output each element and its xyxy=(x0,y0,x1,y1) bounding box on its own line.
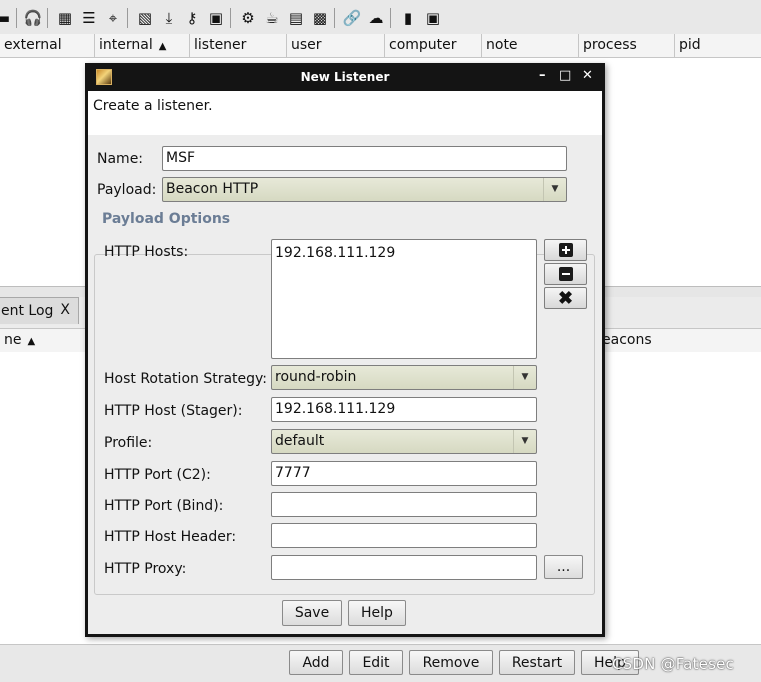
sort-ascending-icon: ▲ xyxy=(27,336,36,347)
coffee-icon[interactable]: ☕ xyxy=(263,9,281,27)
toolbar-separator xyxy=(127,8,128,28)
stager-host-input[interactable]: 192.168.111.129 xyxy=(271,397,537,422)
tab-label: ent Log xyxy=(1,303,54,319)
host-header-input[interactable] xyxy=(271,523,537,548)
port-c2-label: HTTP Port (C2): xyxy=(104,467,211,483)
dialog-content: Create a listener. Name: MSF Payload: Be… xyxy=(88,91,602,634)
name-label: Name: xyxy=(97,151,144,167)
list-item[interactable]: 192.168.111.129 xyxy=(275,245,395,261)
key-icon[interactable]: ⚷ xyxy=(183,9,201,27)
image-icon[interactable]: ▧ xyxy=(136,9,154,27)
host-rotation-select[interactable]: round-robin ▼ xyxy=(271,365,537,390)
column-computer[interactable]: computer xyxy=(385,34,482,57)
toolbar-separator xyxy=(16,8,17,28)
http-hosts-label: HTTP Hosts: xyxy=(104,244,189,260)
payload-select[interactable]: Beacon HTTP ▼ xyxy=(162,177,567,202)
link-icon[interactable]: 🔗 xyxy=(343,9,362,27)
clear-hosts-button[interactable]: ✖ xyxy=(544,287,587,309)
edit-button[interactable]: Edit xyxy=(349,650,403,675)
port-bind-input[interactable] xyxy=(271,492,537,517)
target-icon[interactable]: ⌖ xyxy=(104,9,122,27)
remove-button[interactable]: Remove xyxy=(409,650,493,675)
toolbar-separator xyxy=(390,8,391,28)
profile-value: default xyxy=(275,433,325,449)
host-rotation-label: Host Rotation Strategy: xyxy=(104,371,268,387)
graph-icon[interactable]: ▦ xyxy=(56,9,74,27)
column-note[interactable]: note xyxy=(482,34,579,57)
remove-host-button[interactable] xyxy=(544,263,587,285)
new-listener-dialog: New Listener – □ ✕ Create a listener. Na… xyxy=(85,63,605,637)
restart-button[interactable]: Restart xyxy=(499,650,575,675)
payload-options-title: Payload Options xyxy=(100,211,233,227)
tab-event-log[interactable]: ent Log X xyxy=(0,297,79,324)
close-icon[interactable]: ✕ xyxy=(582,68,593,84)
gear-icon[interactable]: ⚙ xyxy=(239,9,257,27)
description-area: Create a listener. xyxy=(88,91,602,135)
proxy-settings-button[interactable]: ... xyxy=(544,555,583,579)
toolbar-separator xyxy=(334,8,335,28)
cube-icon[interactable]: ▣ xyxy=(424,9,442,27)
minimize-icon[interactable]: – xyxy=(539,68,546,84)
sessions-table-header: external internal ▲ listener user compute… xyxy=(0,34,761,58)
list-icon[interactable]: ☰ xyxy=(80,9,98,27)
payload-label: Payload: xyxy=(97,182,157,198)
column-user[interactable]: user xyxy=(287,34,385,57)
profile-label: Profile: xyxy=(104,435,153,451)
maximize-icon[interactable]: □ xyxy=(559,68,571,84)
toolbar-separator xyxy=(47,8,48,28)
column-external[interactable]: external xyxy=(0,34,95,57)
sort-ascending-icon: ▲ xyxy=(158,41,167,52)
document-icon[interactable]: ▤ xyxy=(287,9,305,27)
profile-select[interactable]: default ▼ xyxy=(271,429,537,454)
headphones-icon[interactable]: 🎧 xyxy=(24,9,43,27)
name-input[interactable]: MSF xyxy=(162,146,567,171)
minus-icon[interactable]: ▬ xyxy=(0,9,12,27)
host-header-label: HTTP Host Header: xyxy=(104,529,237,545)
column-pid[interactable]: pid xyxy=(675,34,761,57)
chevron-down-icon[interactable]: ▼ xyxy=(513,430,536,453)
cloud-icon[interactable]: ☁ xyxy=(367,9,385,27)
x-icon: ✖ xyxy=(557,288,574,308)
tab-close-icon[interactable]: X xyxy=(60,302,70,318)
picture-icon[interactable]: ▣ xyxy=(207,9,225,27)
port-bind-label: HTTP Port (Bind): xyxy=(104,498,224,514)
terminal-icon[interactable]: ▩ xyxy=(311,9,329,27)
column-beacons[interactable]: eacons xyxy=(597,329,761,352)
proxy-input[interactable] xyxy=(271,555,537,580)
http-hosts-list[interactable]: 192.168.111.129 xyxy=(271,239,537,359)
watermark: CSDN @Fatesec xyxy=(612,655,734,673)
add-host-button[interactable] xyxy=(544,239,587,261)
column-internal[interactable]: internal ▲ xyxy=(95,34,190,57)
toolbar-separator xyxy=(230,8,231,28)
port-c2-input[interactable]: 7777 xyxy=(271,461,537,486)
stager-host-label: HTTP Host (Stager): xyxy=(104,403,243,419)
plus-icon xyxy=(558,243,573,257)
minus-icon xyxy=(558,267,573,281)
chevron-down-icon[interactable]: ▼ xyxy=(513,366,536,389)
dialog-titlebar[interactable]: New Listener – □ ✕ xyxy=(85,63,605,91)
proxy-label: HTTP Proxy: xyxy=(104,561,187,577)
column-process[interactable]: process xyxy=(579,34,675,57)
column-listener[interactable]: listener xyxy=(190,34,287,57)
book-icon[interactable]: ▮ xyxy=(399,9,417,27)
payload-select-value: Beacon HTTP xyxy=(166,181,259,197)
add-button[interactable]: Add xyxy=(289,650,343,675)
download-icon[interactable]: ⤓ xyxy=(160,9,178,27)
chevron-down-icon[interactable]: ▼ xyxy=(543,178,566,201)
host-rotation-value: round-robin xyxy=(275,369,357,385)
help-button[interactable]: Help xyxy=(348,600,406,626)
dialog-title: New Listener xyxy=(300,70,390,84)
main-toolbar: ▬ 🎧 ▦ ☰ ⌖ ▧ ⤓ ⚷ ▣ ⚙ ☕ ▤ ▩ 🔗 ☁ ▮ ▣ xyxy=(0,0,761,35)
dialog-description: Create a listener. xyxy=(93,98,213,114)
save-button[interactable]: Save xyxy=(282,600,342,626)
